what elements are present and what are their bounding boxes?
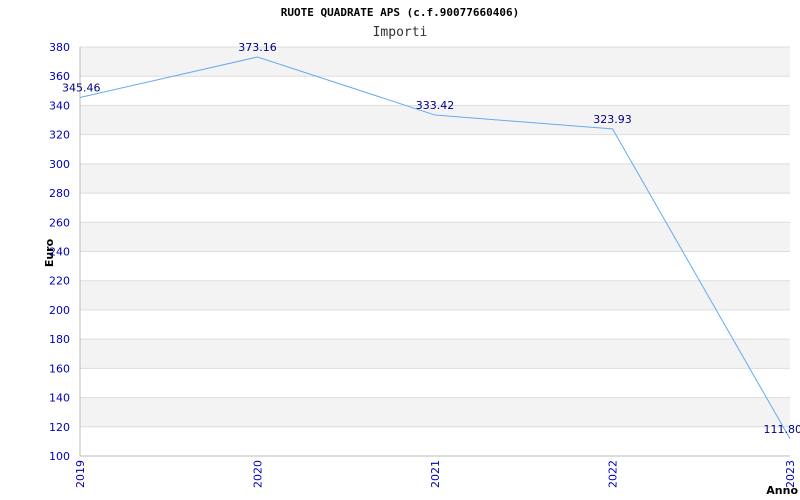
x-ticks: 2019 2020 2021 2022 2023 (74, 460, 797, 488)
x-tick-label: 2020 (252, 460, 265, 488)
line-chart: 1001201401601802002202402602803003203403… (43, 41, 800, 497)
y-tick-label: 340 (49, 99, 70, 112)
data-label: 323.93 (593, 113, 632, 126)
y-tick-label: 200 (49, 304, 70, 317)
data-label: 345.46 (62, 81, 101, 94)
y-tick-label: 300 (49, 158, 70, 171)
x-tick-label: 2019 (74, 460, 87, 488)
grid-band (80, 222, 790, 252)
grid-band (80, 47, 790, 77)
grid-band (80, 280, 790, 310)
y-tick-label: 260 (49, 216, 70, 229)
data-label: 333.42 (416, 99, 455, 112)
grid-band (80, 163, 790, 194)
x-axis-title: Anno (766, 484, 798, 497)
data-label: 111.80 (764, 423, 800, 436)
y-tick-label: 140 (49, 392, 70, 405)
x-tick-label: 2021 (429, 460, 442, 488)
y-axis-title: Euro (43, 238, 56, 267)
data-label: 373.16 (238, 41, 277, 54)
y-tick-label: 100 (49, 450, 70, 463)
grid-band (80, 339, 790, 369)
x-tick-label: 2022 (607, 460, 620, 488)
y-tick-label: 220 (49, 275, 70, 288)
y-tick-label: 120 (49, 421, 70, 434)
y-tick-label: 180 (49, 333, 70, 346)
y-tick-label: 280 (49, 187, 70, 200)
y-tick-label: 160 (49, 362, 70, 375)
grid-band (80, 397, 790, 427)
y-tick-label: 320 (49, 129, 70, 142)
y-tick-label: 380 (49, 41, 70, 54)
